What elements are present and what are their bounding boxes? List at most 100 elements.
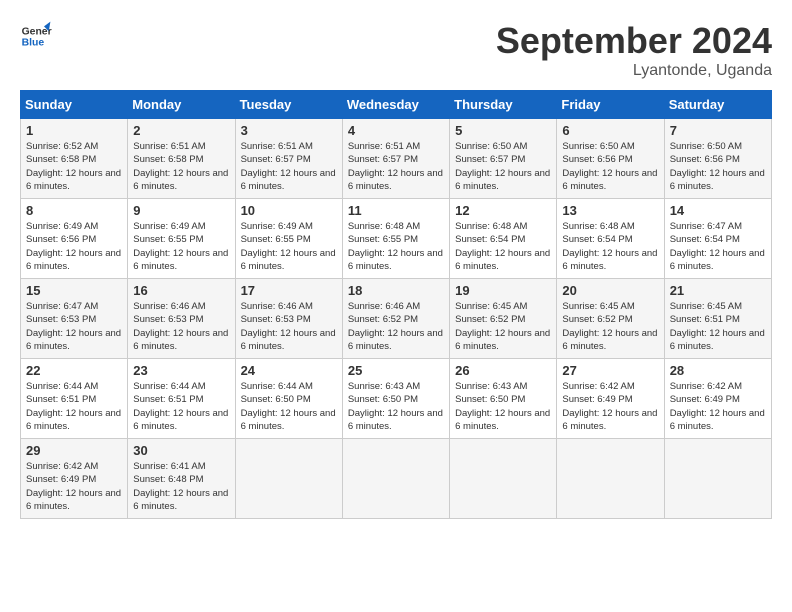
day-number: 23 — [133, 363, 229, 378]
day-info: Sunrise: 6:43 AMSunset: 6:50 PMDaylight:… — [348, 380, 444, 433]
day-number: 27 — [562, 363, 658, 378]
day-number: 15 — [26, 283, 122, 298]
table-row: 16 Sunrise: 6:46 AMSunset: 6:53 PMDaylig… — [128, 279, 235, 359]
table-row: 19 Sunrise: 6:45 AMSunset: 6:52 PMDaylig… — [450, 279, 557, 359]
table-row: 13 Sunrise: 6:48 AMSunset: 6:54 PMDaylig… — [557, 199, 664, 279]
day-info: Sunrise: 6:45 AMSunset: 6:51 PMDaylight:… — [670, 300, 766, 353]
table-row: 8 Sunrise: 6:49 AMSunset: 6:56 PMDayligh… — [21, 199, 128, 279]
calendar-table: Sunday Monday Tuesday Wednesday Thursday… — [20, 90, 772, 519]
day-info: Sunrise: 6:48 AMSunset: 6:54 PMDaylight:… — [455, 220, 551, 273]
day-number: 29 — [26, 443, 122, 458]
day-number: 21 — [670, 283, 766, 298]
day-info: Sunrise: 6:48 AMSunset: 6:55 PMDaylight:… — [348, 220, 444, 273]
title-area: September 2024 Lyantonde, Uganda — [496, 20, 772, 80]
table-row: 23 Sunrise: 6:44 AMSunset: 6:51 PMDaylig… — [128, 359, 235, 439]
table-row — [235, 439, 342, 519]
table-row: 30 Sunrise: 6:41 AMSunset: 6:48 PMDaylig… — [128, 439, 235, 519]
table-row: 18 Sunrise: 6:46 AMSunset: 6:52 PMDaylig… — [342, 279, 449, 359]
day-info: Sunrise: 6:42 AMSunset: 6:49 PMDaylight:… — [26, 460, 122, 513]
day-info: Sunrise: 6:44 AMSunset: 6:50 PMDaylight:… — [241, 380, 337, 433]
day-info: Sunrise: 6:47 AMSunset: 6:53 PMDaylight:… — [26, 300, 122, 353]
day-number: 28 — [670, 363, 766, 378]
day-info: Sunrise: 6:52 AMSunset: 6:58 PMDaylight:… — [26, 140, 122, 193]
day-info: Sunrise: 6:46 AMSunset: 6:53 PMDaylight:… — [133, 300, 229, 353]
day-number: 24 — [241, 363, 337, 378]
day-info: Sunrise: 6:51 AMSunset: 6:57 PMDaylight:… — [348, 140, 444, 193]
table-row: 4 Sunrise: 6:51 AMSunset: 6:57 PMDayligh… — [342, 119, 449, 199]
calendar-week-row: 29 Sunrise: 6:42 AMSunset: 6:49 PMDaylig… — [21, 439, 772, 519]
table-row: 20 Sunrise: 6:45 AMSunset: 6:52 PMDaylig… — [557, 279, 664, 359]
calendar-week-row: 15 Sunrise: 6:47 AMSunset: 6:53 PMDaylig… — [21, 279, 772, 359]
day-number: 17 — [241, 283, 337, 298]
calendar-week-row: 22 Sunrise: 6:44 AMSunset: 6:51 PMDaylig… — [21, 359, 772, 439]
day-number: 13 — [562, 203, 658, 218]
table-row: 26 Sunrise: 6:43 AMSunset: 6:50 PMDaylig… — [450, 359, 557, 439]
day-number: 2 — [133, 123, 229, 138]
day-number: 14 — [670, 203, 766, 218]
table-row: 22 Sunrise: 6:44 AMSunset: 6:51 PMDaylig… — [21, 359, 128, 439]
day-number: 10 — [241, 203, 337, 218]
day-info: Sunrise: 6:49 AMSunset: 6:56 PMDaylight:… — [26, 220, 122, 273]
day-number: 25 — [348, 363, 444, 378]
table-row: 21 Sunrise: 6:45 AMSunset: 6:51 PMDaylig… — [664, 279, 771, 359]
table-row: 7 Sunrise: 6:50 AMSunset: 6:56 PMDayligh… — [664, 119, 771, 199]
day-info: Sunrise: 6:50 AMSunset: 6:56 PMDaylight:… — [670, 140, 766, 193]
day-number: 3 — [241, 123, 337, 138]
day-number: 9 — [133, 203, 229, 218]
day-number: 18 — [348, 283, 444, 298]
table-row: 5 Sunrise: 6:50 AMSunset: 6:57 PMDayligh… — [450, 119, 557, 199]
calendar-header-row: Sunday Monday Tuesday Wednesday Thursday… — [21, 91, 772, 119]
header-monday: Monday — [128, 91, 235, 119]
day-info: Sunrise: 6:49 AMSunset: 6:55 PMDaylight:… — [133, 220, 229, 273]
table-row: 27 Sunrise: 6:42 AMSunset: 6:49 PMDaylig… — [557, 359, 664, 439]
table-row — [557, 439, 664, 519]
day-info: Sunrise: 6:49 AMSunset: 6:55 PMDaylight:… — [241, 220, 337, 273]
day-number: 22 — [26, 363, 122, 378]
day-info: Sunrise: 6:51 AMSunset: 6:58 PMDaylight:… — [133, 140, 229, 193]
table-row: 17 Sunrise: 6:46 AMSunset: 6:53 PMDaylig… — [235, 279, 342, 359]
day-number: 7 — [670, 123, 766, 138]
day-info: Sunrise: 6:48 AMSunset: 6:54 PMDaylight:… — [562, 220, 658, 273]
day-number: 30 — [133, 443, 229, 458]
day-number: 20 — [562, 283, 658, 298]
day-info: Sunrise: 6:44 AMSunset: 6:51 PMDaylight:… — [133, 380, 229, 433]
day-info: Sunrise: 6:42 AMSunset: 6:49 PMDaylight:… — [670, 380, 766, 433]
day-info: Sunrise: 6:50 AMSunset: 6:56 PMDaylight:… — [562, 140, 658, 193]
header-saturday: Saturday — [664, 91, 771, 119]
table-row: 12 Sunrise: 6:48 AMSunset: 6:54 PMDaylig… — [450, 199, 557, 279]
day-info: Sunrise: 6:44 AMSunset: 6:51 PMDaylight:… — [26, 380, 122, 433]
calendar-week-row: 1 Sunrise: 6:52 AMSunset: 6:58 PMDayligh… — [21, 119, 772, 199]
day-info: Sunrise: 6:46 AMSunset: 6:53 PMDaylight:… — [241, 300, 337, 353]
table-row: 14 Sunrise: 6:47 AMSunset: 6:54 PMDaylig… — [664, 199, 771, 279]
day-number: 6 — [562, 123, 658, 138]
month-title: September 2024 — [496, 20, 772, 62]
location-subtitle: Lyantonde, Uganda — [496, 62, 772, 80]
calendar-week-row: 8 Sunrise: 6:49 AMSunset: 6:56 PMDayligh… — [21, 199, 772, 279]
day-info: Sunrise: 6:51 AMSunset: 6:57 PMDaylight:… — [241, 140, 337, 193]
table-row — [342, 439, 449, 519]
day-info: Sunrise: 6:41 AMSunset: 6:48 PMDaylight:… — [133, 460, 229, 513]
header-tuesday: Tuesday — [235, 91, 342, 119]
header-thursday: Thursday — [450, 91, 557, 119]
day-info: Sunrise: 6:50 AMSunset: 6:57 PMDaylight:… — [455, 140, 551, 193]
day-number: 26 — [455, 363, 551, 378]
logo: General Blue — [20, 20, 52, 52]
table-row: 15 Sunrise: 6:47 AMSunset: 6:53 PMDaylig… — [21, 279, 128, 359]
header-wednesday: Wednesday — [342, 91, 449, 119]
day-info: Sunrise: 6:47 AMSunset: 6:54 PMDaylight:… — [670, 220, 766, 273]
day-number: 4 — [348, 123, 444, 138]
table-row: 24 Sunrise: 6:44 AMSunset: 6:50 PMDaylig… — [235, 359, 342, 439]
day-info: Sunrise: 6:46 AMSunset: 6:52 PMDaylight:… — [348, 300, 444, 353]
table-row: 10 Sunrise: 6:49 AMSunset: 6:55 PMDaylig… — [235, 199, 342, 279]
day-number: 5 — [455, 123, 551, 138]
day-info: Sunrise: 6:43 AMSunset: 6:50 PMDaylight:… — [455, 380, 551, 433]
table-row: 1 Sunrise: 6:52 AMSunset: 6:58 PMDayligh… — [21, 119, 128, 199]
page-header: General Blue September 2024 Lyantonde, U… — [20, 20, 772, 80]
table-row — [450, 439, 557, 519]
day-info: Sunrise: 6:42 AMSunset: 6:49 PMDaylight:… — [562, 380, 658, 433]
table-row: 25 Sunrise: 6:43 AMSunset: 6:50 PMDaylig… — [342, 359, 449, 439]
table-row: 2 Sunrise: 6:51 AMSunset: 6:58 PMDayligh… — [128, 119, 235, 199]
header-friday: Friday — [557, 91, 664, 119]
day-number: 19 — [455, 283, 551, 298]
table-row: 3 Sunrise: 6:51 AMSunset: 6:57 PMDayligh… — [235, 119, 342, 199]
